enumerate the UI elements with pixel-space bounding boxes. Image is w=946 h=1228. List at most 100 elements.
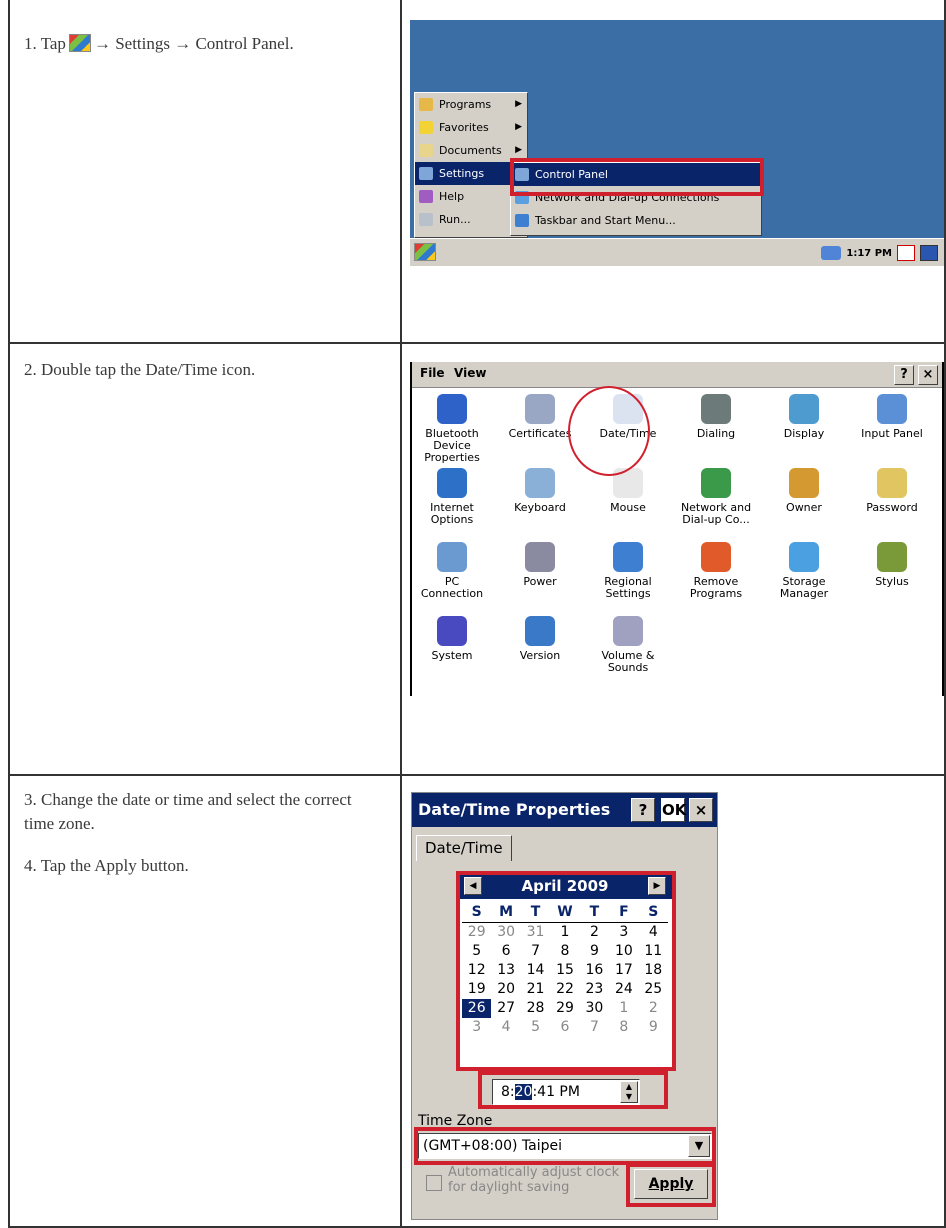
datetime-screenshot: Date/Time Properties ? OK × Date/Time ◀ … (411, 792, 718, 1220)
taskbar-icon (515, 214, 529, 227)
cp-item-icon (701, 468, 731, 498)
start-icon (68, 34, 91, 52)
menu-file[interactable]: File (420, 366, 445, 380)
cp-item-label: Input Panel (861, 427, 923, 440)
cp-item-icon (789, 542, 819, 572)
dst-checkbox[interactable] (426, 1175, 442, 1191)
cp-item-label: Password (866, 501, 918, 514)
menu-view[interactable]: View (454, 366, 486, 380)
cp-item[interactable]: Input Panel (854, 394, 930, 440)
timezone-highlight (414, 1127, 716, 1165)
step-1-suffix: → Settings → Control Panel. (93, 34, 294, 53)
tray-clock: 1:17 PM (846, 247, 892, 259)
cp-item-label: Owner (786, 501, 822, 514)
cp-item-label: Mouse (610, 501, 646, 514)
step-3-label: 3. Change the date or time and select th… (24, 790, 352, 833)
cp-item[interactable]: Password (854, 468, 930, 514)
ok-button[interactable]: OK (661, 798, 686, 822)
apply-highlight (626, 1163, 716, 1207)
cp-item-icon (525, 542, 555, 572)
run-icon (419, 213, 433, 226)
control-panel-screenshot: File View ? × Bluetooth Device Propertie… (410, 362, 944, 696)
desktop-tray-icon[interactable] (920, 245, 938, 261)
cp-item[interactable]: Storage Manager (766, 542, 842, 600)
settings-icon (419, 167, 433, 180)
cp-item[interactable]: Regional Settings (590, 542, 666, 600)
folder-icon (419, 144, 433, 157)
step-2-text: 2. Double tap the Date/Time icon. (24, 358, 384, 400)
cp-item[interactable]: Internet Options (414, 468, 490, 526)
calendar-highlight (456, 871, 676, 1071)
cp-item-label: Power (523, 575, 557, 588)
cp-item-label: Keyboard (514, 501, 566, 514)
cp-item-label: System (431, 649, 473, 662)
cp-item[interactable]: Volume & Sounds (590, 616, 666, 674)
star-icon (419, 121, 433, 134)
cp-item-label: Display (783, 427, 825, 440)
step-4-label: 4. Tap the Apply button. (24, 856, 189, 875)
cp-item-icon (877, 468, 907, 498)
cp-item-icon (789, 468, 819, 498)
cp-item[interactable]: Dialing (678, 394, 754, 440)
start-menu-screenshot: Programs ▶ Favorites ▶ Documents ▶ Settings… (410, 20, 944, 266)
programs-icon (419, 98, 433, 111)
cp-item-label: Version (519, 649, 561, 662)
cp-item-icon (525, 468, 555, 498)
submenu-taskbar[interactable]: Taskbar and Start Menu... (511, 209, 761, 232)
taskbar: 1:17 PM (410, 238, 944, 266)
cp-item-label: Volume & Sounds (601, 649, 655, 674)
highlight-box (510, 158, 764, 196)
cp-item[interactable]: Version (502, 616, 578, 662)
time-highlight (478, 1071, 668, 1109)
close-button[interactable]: × (918, 365, 938, 385)
cp-item-icon (613, 616, 643, 646)
close-button[interactable]: × (689, 798, 713, 822)
cp-item-icon (701, 394, 731, 424)
cp-item-icon (789, 394, 819, 424)
cp-item[interactable]: Remove Programs (678, 542, 754, 600)
control-panel-menubar: File View ? × (412, 362, 942, 388)
cp-item-icon (525, 394, 555, 424)
cp-item-icon (437, 394, 467, 424)
cp-item[interactable]: Power (502, 542, 578, 588)
step-1-text: 1. Tap → Settings → Control Panel. (24, 32, 384, 74)
step-3-text: 3. Change the date or time and select th… (24, 788, 384, 896)
system-tray: 1:17 PM (821, 242, 938, 264)
input-tray-icon[interactable] (897, 245, 915, 261)
cp-item-icon (877, 542, 907, 572)
cp-item-label: Internet Options (430, 501, 474, 526)
help-button[interactable]: ? (894, 365, 914, 385)
cp-item-icon (437, 542, 467, 572)
cp-item[interactable]: Keyboard (502, 468, 578, 514)
start-button[interactable] (414, 243, 436, 261)
cp-item-label: Regional Settings (604, 575, 652, 600)
cp-item[interactable]: Network and Dial-up Co... (678, 468, 754, 526)
cp-item[interactable]: Owner (766, 468, 842, 514)
cp-item-label: Stylus (875, 575, 909, 588)
cp-item[interactable]: Bluetooth Device Properties (414, 394, 490, 464)
cp-item-icon (525, 616, 555, 646)
network-tray-icon (821, 246, 842, 260)
cp-item-icon (613, 542, 643, 572)
cp-item[interactable]: PC Connection (414, 542, 490, 600)
tab-date-time[interactable]: Date/Time (416, 835, 512, 861)
menu-item-programs[interactable]: Programs ▶ (415, 93, 527, 116)
cp-item-label: Network and Dial-up Co... (680, 501, 752, 526)
help-button[interactable]: ? (631, 798, 655, 822)
cp-item[interactable]: Certificates (502, 394, 578, 440)
cp-item-icon (437, 616, 467, 646)
cp-item[interactable]: Display (766, 394, 842, 440)
cp-item-label: Bluetooth Device Properties (424, 427, 480, 464)
cp-item-label: PC Connection (420, 575, 484, 600)
cp-item-label: Certificates (508, 427, 572, 440)
cp-item[interactable]: Stylus (854, 542, 930, 588)
cp-item-label: Remove Programs (689, 575, 743, 600)
cp-item-label: Dialing (696, 427, 736, 440)
cp-item-icon (437, 468, 467, 498)
menu-item-favorites[interactable]: Favorites ▶ (415, 116, 527, 139)
step-1-prefix: 1. Tap (24, 34, 66, 53)
date-time-circle (568, 386, 650, 476)
cp-item-icon (701, 542, 731, 572)
cp-item-icon (877, 394, 907, 424)
cp-item[interactable]: System (414, 616, 490, 662)
